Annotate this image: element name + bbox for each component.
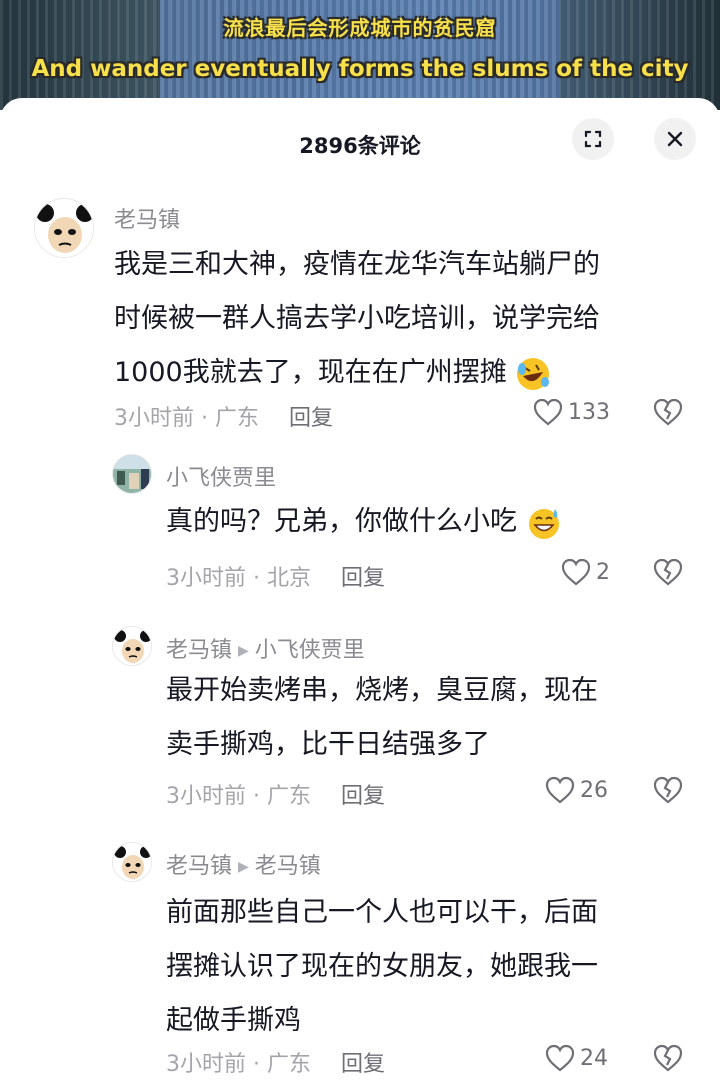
like-count: 2 xyxy=(596,559,610,585)
broken-heart-icon xyxy=(653,1044,683,1072)
comment-text-line: 卖手撕鸡，比干日结强多了 xyxy=(166,729,490,760)
meta-separator: · xyxy=(246,784,267,809)
comment-location: 广东 xyxy=(214,406,259,431)
rofl-emoji-icon xyxy=(517,357,550,390)
comment-text-line: 时候被一群人搞去学小吃培训，说学完给 xyxy=(114,303,600,334)
like-button[interactable]: 26 xyxy=(544,776,608,804)
reply-to-author[interactable]: 小飞侠贾里 xyxy=(255,638,365,663)
like-button[interactable]: 24 xyxy=(544,1044,608,1072)
like-count: 24 xyxy=(580,1045,608,1071)
dislike-button[interactable] xyxy=(652,558,684,590)
comment-text-line: 1000我就去了，现在在广州摆摊 xyxy=(114,357,507,388)
comment-text-last-line: 真的吗？兄弟，你做什么小吃 xyxy=(166,495,562,549)
heart-icon xyxy=(545,1044,575,1072)
reply-button[interactable]: 回复 xyxy=(341,1052,385,1077)
comment-location: 北京 xyxy=(266,566,311,591)
comment-author[interactable]: 老马镇 xyxy=(166,638,232,663)
sweat-smile-emoji-icon xyxy=(528,508,559,539)
comment-text-line: 真的吗？兄弟，你做什么小吃 xyxy=(166,506,517,537)
reply-arrow-icon: ▶ xyxy=(238,643,249,659)
comment-time: 3小时前 xyxy=(166,1052,246,1077)
dislike-button[interactable] xyxy=(652,1044,684,1076)
comment-text-last-line: 1000我就去了，现在在广州摆摊 xyxy=(114,346,551,400)
comment-text-line: 摆摊认识了现在的女朋友，她跟我一 xyxy=(166,951,598,982)
expand-button[interactable] xyxy=(572,118,614,160)
reply-to-author[interactable]: 老马镇 xyxy=(255,854,321,879)
meta-separator: · xyxy=(194,406,215,431)
comment-sheet: 2896条评论 老马镇 我是三和大神，疫情在龙华汽车站躺尸的 时候被一群人搞去学… xyxy=(0,98,720,1089)
comment-author-line: 老马镇 ▶ 老马镇 xyxy=(166,848,321,880)
reply-button[interactable]: 回复 xyxy=(341,784,385,809)
comment-location: 广东 xyxy=(266,1052,311,1077)
broken-heart-icon xyxy=(653,558,683,586)
close-button[interactable] xyxy=(654,118,696,160)
comment-author[interactable]: 小飞侠贾里 xyxy=(166,460,276,492)
close-icon xyxy=(667,131,683,147)
comment-text-line: 我是三和大神，疫情在龙华汽车站躺尸的 xyxy=(114,249,600,280)
dislike-button[interactable] xyxy=(652,776,684,808)
heart-icon xyxy=(561,558,591,586)
like-count: 133 xyxy=(568,399,610,425)
subtitle-english: And wander eventually forms the slums of… xyxy=(31,56,689,82)
comment-author[interactable]: 老马镇 xyxy=(114,202,180,234)
comment-meta: 3小时前 · 北京 回复 xyxy=(166,560,385,592)
reply-button[interactable]: 回复 xyxy=(289,406,333,431)
comment-location: 广东 xyxy=(266,784,311,809)
comment-meta: 3小时前 · 广东 回复 xyxy=(166,1046,385,1078)
meta-separator: · xyxy=(246,1052,267,1077)
comment-text-line: 前面那些自己一个人也可以干，后面 xyxy=(166,897,598,928)
comment-text-line: 起做手撕鸡 xyxy=(166,1005,301,1036)
comment-meta: 3小时前 · 广东 回复 xyxy=(166,778,385,810)
expand-icon xyxy=(584,130,602,148)
like-button[interactable]: 2 xyxy=(560,558,610,586)
broken-heart-icon xyxy=(653,398,683,426)
avatar[interactable] xyxy=(112,842,152,882)
dislike-button[interactable] xyxy=(652,398,684,430)
comment-time: 3小时前 xyxy=(166,566,246,591)
comment-author[interactable]: 老马镇 xyxy=(166,854,232,879)
broken-heart-icon xyxy=(653,776,683,804)
like-count: 26 xyxy=(580,777,608,803)
comment-time: 3小时前 xyxy=(166,784,246,809)
reply-button[interactable]: 回复 xyxy=(341,566,385,591)
heart-icon xyxy=(545,776,575,804)
like-button[interactable]: 133 xyxy=(532,398,610,426)
comment-author-line: 老马镇 ▶ 小飞侠贾里 xyxy=(166,632,365,664)
comment-time: 3小时前 xyxy=(114,406,194,431)
meta-separator: · xyxy=(246,566,267,591)
avatar[interactable] xyxy=(112,454,152,494)
subtitle-chinese: 流浪最后会形成城市的贫民窟 xyxy=(223,16,497,40)
reply-arrow-icon: ▶ xyxy=(238,859,249,875)
avatar[interactable] xyxy=(112,626,152,666)
comment-text-line: 最开始卖烤串，烧烤，臭豆腐，现在 xyxy=(166,675,598,706)
heart-icon xyxy=(533,398,563,426)
comment-meta: 3小时前 · 广东 回复 xyxy=(114,400,333,432)
avatar[interactable] xyxy=(34,198,94,258)
